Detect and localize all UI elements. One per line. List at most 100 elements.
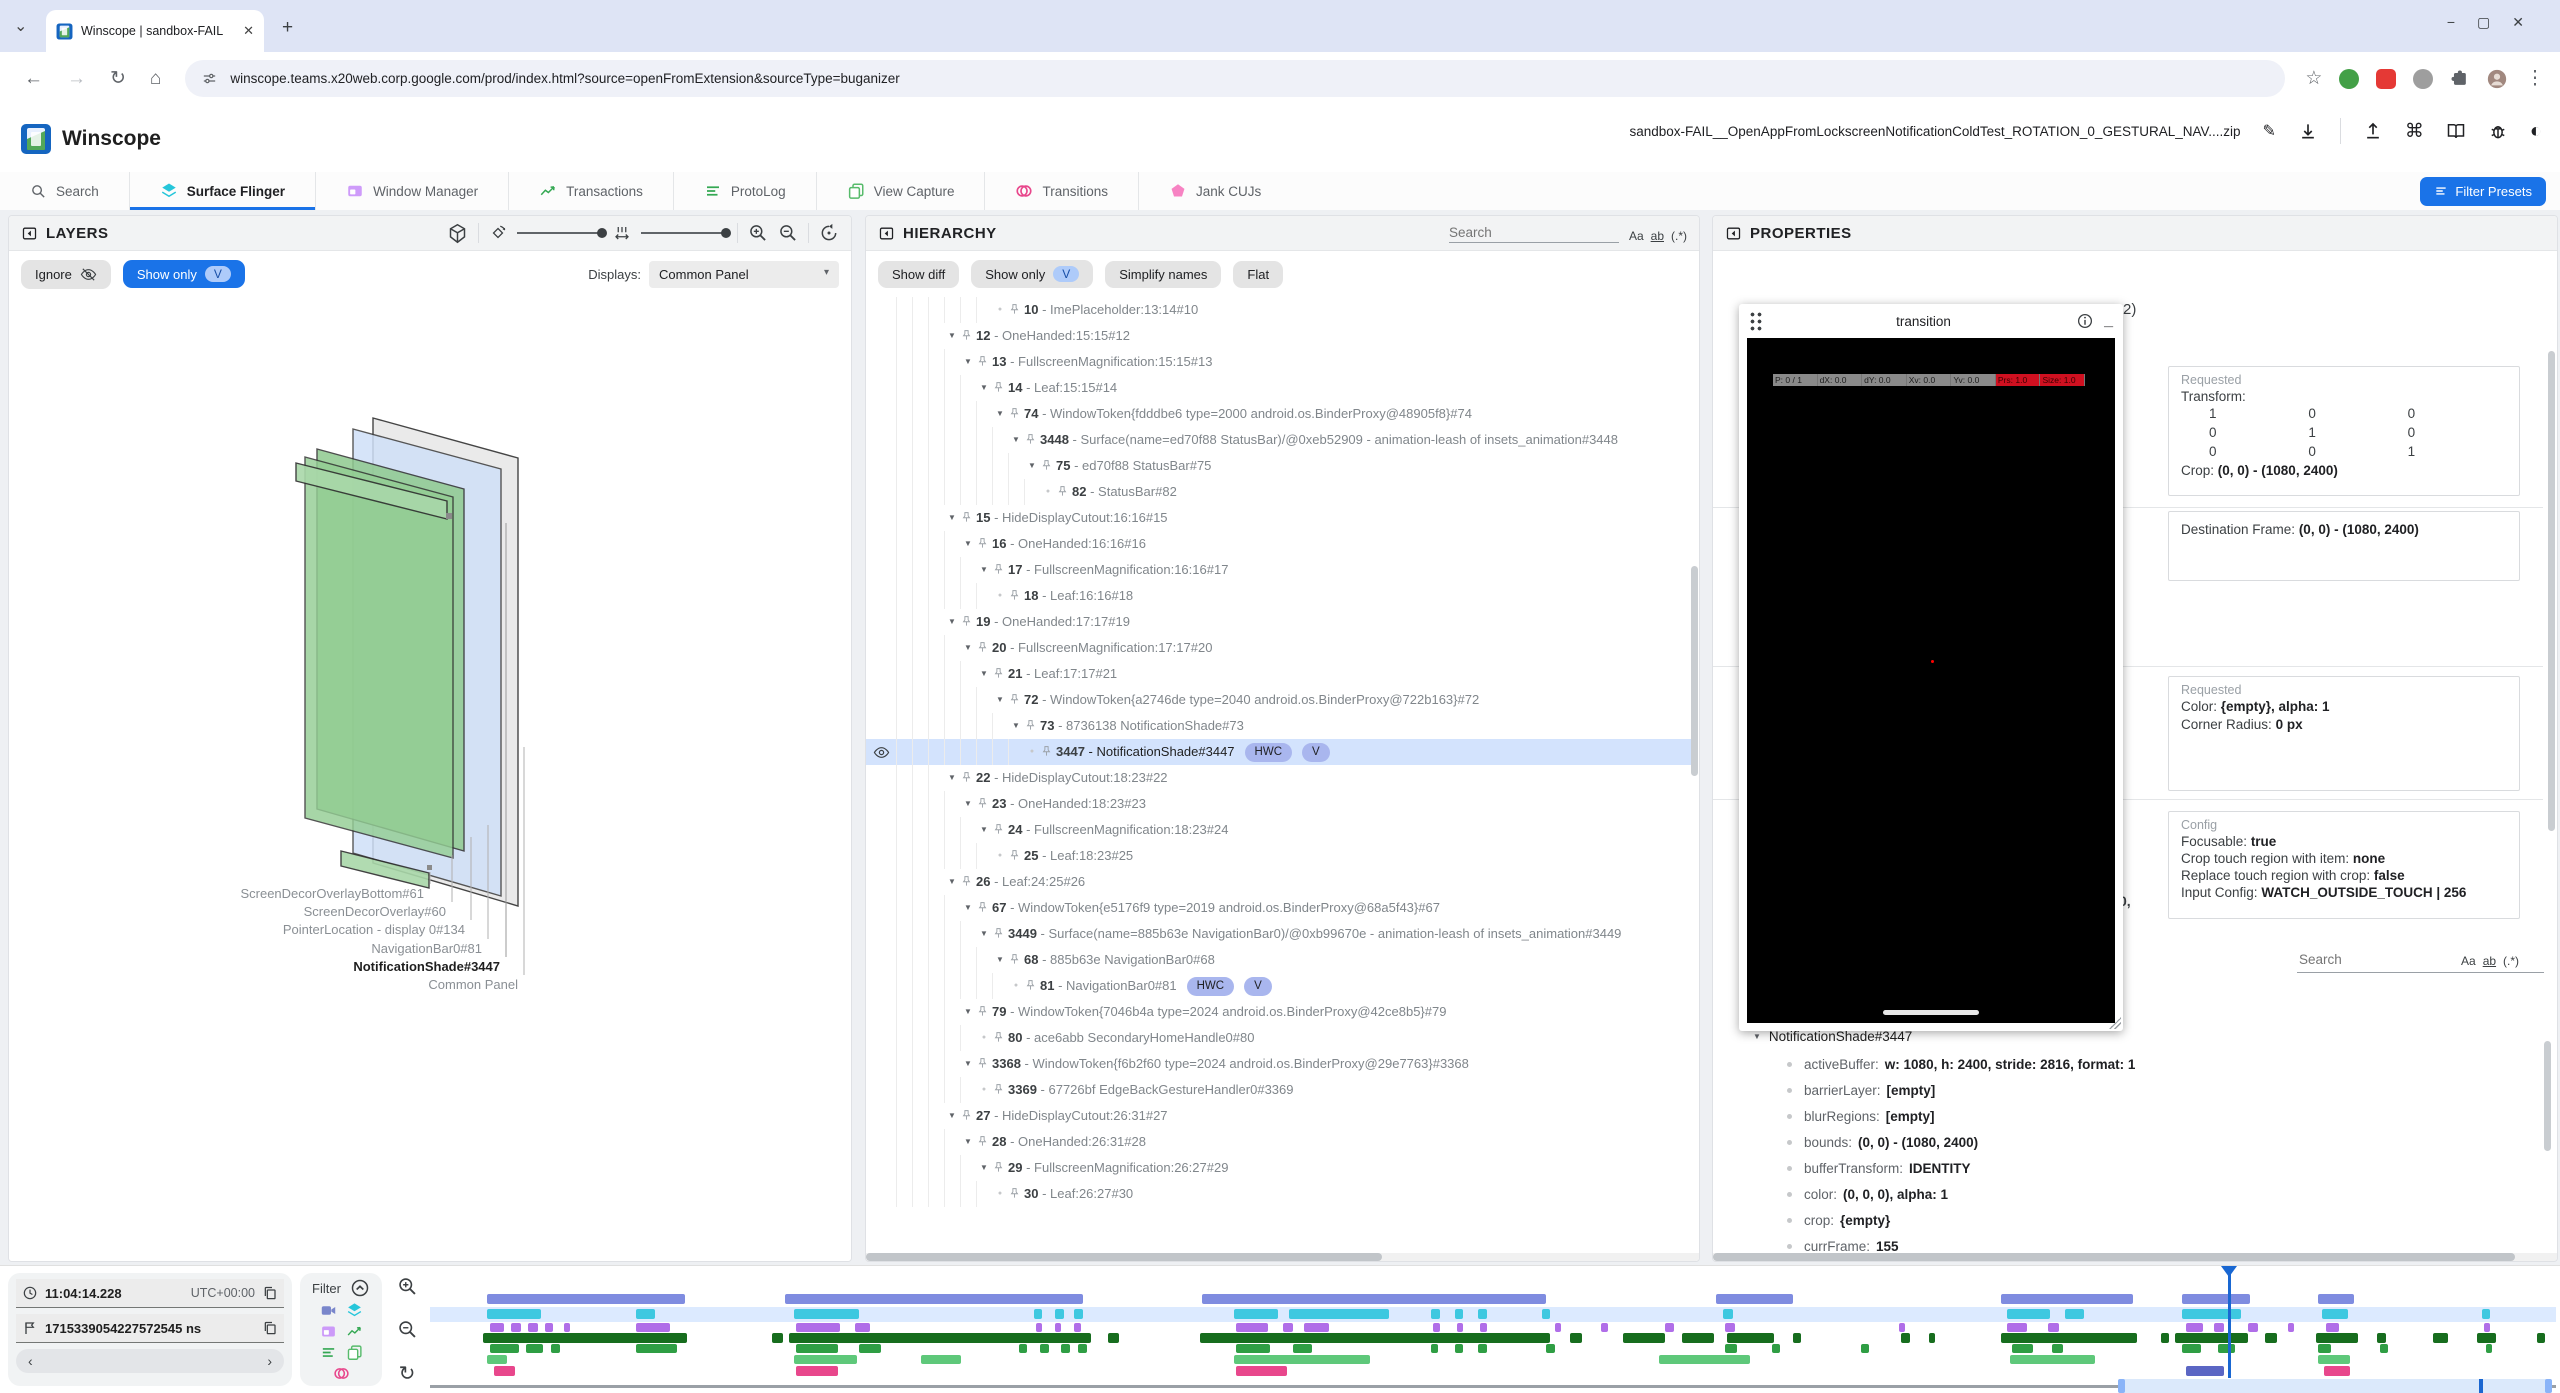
hierarchy-node[interactable]: ▼ 29 - FullscreenMagnification:26:27#29: [866, 1155, 1691, 1181]
expand-toggle[interactable]: ▼: [944, 869, 960, 895]
trace-entry[interactable]: [1861, 1344, 1870, 1353]
pin-icon[interactable]: [1008, 303, 1021, 316]
pin-icon[interactable]: [976, 641, 989, 654]
trace-entry[interactable]: [2326, 1323, 2339, 1332]
properties-search-input[interactable]: [2297, 951, 2451, 968]
trace-entry[interactable]: [1074, 1323, 1080, 1332]
trace-entry[interactable]: [2482, 1309, 2491, 1319]
layer-label[interactable]: NotificationShade#3447: [353, 959, 500, 974]
extension-icon-grey[interactable]: [2413, 69, 2433, 89]
trace-entry[interactable]: [1480, 1323, 1486, 1332]
trace-entry[interactable]: [796, 1366, 839, 1376]
zoom-in-icon[interactable]: [748, 223, 768, 243]
trace-entry[interactable]: [2001, 1294, 2133, 1304]
pin-icon[interactable]: [976, 797, 989, 810]
show-only-chip[interactable]: Show onlyV: [971, 260, 1093, 288]
pin-icon[interactable]: [992, 563, 1005, 576]
tab-transitions[interactable]: Transitions: [985, 172, 1139, 210]
trace-entry[interactable]: [1457, 1323, 1463, 1332]
trace-entry[interactable]: [564, 1323, 570, 1332]
rotation-slider[interactable]: [517, 232, 603, 234]
pin-icon[interactable]: [1008, 693, 1021, 706]
expand-toggle[interactable]: ●: [976, 1025, 992, 1051]
trace-entry[interactable]: [1433, 1323, 1439, 1332]
tab-transactions[interactable]: Transactions: [509, 172, 674, 210]
copy-timestamp-icon[interactable]: [262, 1320, 278, 1336]
expand-toggle[interactable]: ▼: [944, 323, 960, 349]
upload-trace-icon[interactable]: [2363, 121, 2383, 141]
hierarchy-node[interactable]: ▼ 13 - FullscreenMagnification:15:15#13: [866, 349, 1691, 375]
pin-icon[interactable]: [1024, 979, 1037, 992]
expand-toggle[interactable]: ▼: [992, 401, 1008, 427]
hierarchy-node[interactable]: ● 3369 - 67726bf EdgeBackGestureHandler0…: [866, 1077, 1691, 1103]
forward-icon[interactable]: →: [67, 68, 86, 90]
trace-entry[interactable]: [1304, 1323, 1330, 1332]
layer-label[interactable]: ScreenDecorOverlayBottom#61: [240, 886, 424, 901]
expand-toggle[interactable]: ●: [1024, 739, 1040, 765]
property-item[interactable]: color:(0, 0, 0), alpha: 1: [1753, 1181, 2537, 1207]
trace-entry[interactable]: [1727, 1333, 1774, 1343]
hierarchy-node[interactable]: ● 30 - Leaf:26:27#30: [866, 1181, 1691, 1207]
hierarchy-node[interactable]: ▼ 16 - OneHanded:16:16#16: [866, 531, 1691, 557]
expand-toggle[interactable]: ●: [992, 843, 1008, 869]
hierarchy-node[interactable]: ▼ 19 - OneHanded:17:17#19: [866, 609, 1691, 635]
expand-toggle[interactable]: ▼: [944, 505, 960, 531]
hierarchy-node[interactable]: ▼ 75 - ed70f88 StatusBar#75: [866, 453, 1691, 479]
expand-toggle[interactable]: ▼: [960, 999, 976, 1025]
trace-entry[interactable]: [2182, 1294, 2250, 1304]
trace-entry[interactable]: [1478, 1309, 1487, 1319]
expand-toggle[interactable]: ▼: [944, 1103, 960, 1129]
trace-entry[interactable]: [2007, 1309, 2050, 1319]
ignore-chip[interactable]: Ignore: [21, 260, 111, 289]
trace-entry[interactable]: [1202, 1294, 1546, 1304]
trace-entry[interactable]: [2486, 1344, 2492, 1353]
trace-entry[interactable]: [1431, 1344, 1437, 1353]
trace-entry[interactable]: [2065, 1309, 2084, 1319]
trace-entry[interactable]: [490, 1344, 520, 1353]
pin-icon[interactable]: [1040, 459, 1053, 472]
pin-icon[interactable]: [1008, 953, 1021, 966]
trace-entry[interactable]: [2484, 1323, 2490, 1332]
human-time-field[interactable]: 11:04:14.228 UTC+00:00: [16, 1279, 284, 1308]
trace-entry[interactable]: [2182, 1344, 2201, 1353]
trace-entry[interactable]: [1570, 1333, 1583, 1343]
hierarchy-node[interactable]: ▼ 3448 - Surface(name=ed70f88 StatusBar)…: [866, 427, 1691, 453]
hierarchy-node[interactable]: ▼ 79 - WindowToken{7046b4a type=2024 and…: [866, 999, 1691, 1025]
trace-entry[interactable]: [1929, 1333, 1935, 1343]
trace-entry[interactable]: [1234, 1309, 1279, 1319]
pin-icon[interactable]: [992, 1083, 1005, 1096]
trace-entry[interactable]: [1055, 1309, 1064, 1319]
layer-label[interactable]: Common Panel: [428, 977, 518, 992]
expand-toggle[interactable]: ▼: [976, 1155, 992, 1181]
match-case-icon[interactable]: Aa: [2461, 954, 2476, 968]
trace-entry[interactable]: [1293, 1344, 1312, 1353]
hierarchy-node[interactable]: ▼ 27 - HideDisplayCutout:26:31#27: [866, 1103, 1691, 1129]
tab-search-chevron-icon[interactable]: ⌄: [14, 16, 27, 36]
hierarchy-node[interactable]: ● 82 - StatusBar#82: [866, 479, 1691, 505]
trace-entry[interactable]: [785, 1294, 1083, 1304]
spacing-slider[interactable]: [641, 232, 727, 234]
trace-entry[interactable]: [794, 1355, 858, 1364]
window-manager-trace-icon[interactable]: [320, 1323, 337, 1340]
trace-entry[interactable]: [2377, 1333, 2386, 1343]
trace-entry[interactable]: [2052, 1344, 2063, 1353]
trace-entry[interactable]: [2537, 1333, 2546, 1343]
reset-view-icon[interactable]: [819, 223, 839, 243]
pin-icon[interactable]: [1008, 849, 1021, 862]
expand-toggle[interactable]: ▼: [976, 661, 992, 687]
layer-flag-chip[interactable]: V: [1302, 743, 1330, 762]
expand-toggle[interactable]: ▼: [960, 1051, 976, 1077]
transactions-trace-icon[interactable]: [346, 1323, 363, 1340]
expand-toggle[interactable]: ▼: [960, 531, 976, 557]
resize-handle[interactable]: [2109, 1017, 2121, 1029]
trace-entry[interactable]: [487, 1294, 685, 1304]
site-settings-icon[interactable]: [201, 70, 218, 87]
trace-entry[interactable]: [2175, 1333, 2247, 1343]
property-item[interactable]: bounds:(0, 0) - (1080, 2400): [1753, 1129, 2537, 1155]
trace-entry[interactable]: [490, 1323, 505, 1332]
trace-entry[interactable]: [1725, 1323, 1736, 1332]
protolog-track[interactable]: [430, 1344, 2556, 1353]
expand-toggle[interactable]: ●: [992, 1181, 1008, 1207]
expand-toggle[interactable]: ▼: [960, 895, 976, 921]
expand-toggle[interactable]: ▼: [944, 765, 960, 791]
